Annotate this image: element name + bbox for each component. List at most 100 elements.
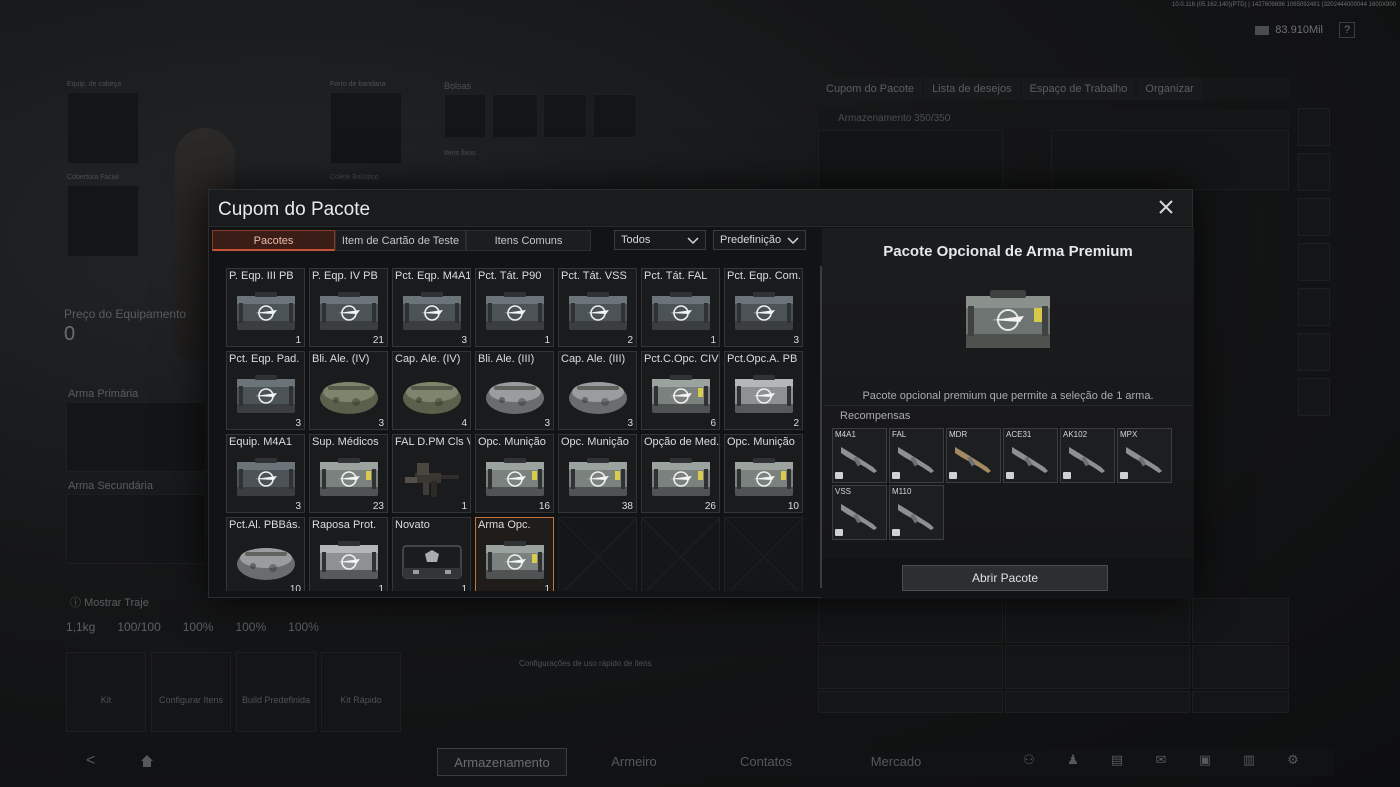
- reward-weapon[interactable]: ACE31: [1003, 428, 1058, 483]
- package-item-cell[interactable]: Raposa Prot. 1: [309, 517, 388, 591]
- profile-icon[interactable]: ♟: [1062, 752, 1084, 772]
- package-item-name: Cap. Ale. (IV): [395, 353, 461, 365]
- package-item-cell[interactable]: Pct. Eqp. Pad. 3: [226, 351, 305, 430]
- reward-weapon[interactable]: M4A1: [832, 428, 887, 483]
- reward-weapon[interactable]: VSS: [832, 485, 887, 540]
- package-item-cell[interactable]: Pct. Tát. FAL 1: [641, 268, 720, 347]
- notes-icon[interactable]: ▥: [1238, 752, 1260, 772]
- configure-items-button[interactable]: Configurar Itens: [151, 652, 231, 732]
- tab-test-card-items[interactable]: Item de Cartão de Teste: [335, 230, 466, 251]
- show-clothing-toggle[interactable]: ⓘ Mostrar Traje: [70, 594, 149, 610]
- storage-cell[interactable]: [818, 691, 1003, 713]
- box-badge-icon: [835, 472, 843, 479]
- chat-icon[interactable]: ▤: [1106, 752, 1128, 772]
- nav-tab-market[interactable]: Mercado: [831, 748, 961, 776]
- storage-cell[interactable]: [1051, 130, 1289, 190]
- equipment-price-label: Preço do Equipamento: [64, 307, 187, 321]
- nav-tab-contacts[interactable]: Contatos: [701, 748, 831, 776]
- close-button[interactable]: [1156, 198, 1176, 218]
- side-box-icon[interactable]: [1298, 243, 1330, 281]
- preset-build-button[interactable]: Build Predefinida: [236, 652, 316, 732]
- package-item-cell[interactable]: Novato 1: [392, 517, 471, 591]
- back-arrow-icon[interactable]: <: [86, 752, 95, 770]
- storage-cell[interactable]: [1192, 598, 1289, 643]
- storage-cell[interactable]: [1192, 645, 1289, 689]
- nav-tab-armory[interactable]: Armeiro: [569, 748, 699, 776]
- package-item-cell[interactable]: Opção de Med. 26: [641, 434, 720, 513]
- package-item-cell[interactable]: Pct. Eqp. Com. 3: [724, 268, 803, 347]
- reward-weapon[interactable]: AK102: [1060, 428, 1115, 483]
- package-item-name: Cap. Ale. (III): [561, 353, 626, 365]
- reward-weapon[interactable]: FAL: [889, 428, 944, 483]
- package-item-count: 1: [461, 584, 467, 591]
- storage-cell[interactable]: [818, 645, 1003, 689]
- preset-dropdown[interactable]: Predefinição: [713, 230, 806, 250]
- nav-tab-storage[interactable]: Armazenamento: [437, 748, 567, 776]
- package-item-count: 1: [544, 335, 550, 346]
- open-package-button[interactable]: Abrir Pacote: [902, 565, 1108, 591]
- bag-icon[interactable]: ▣: [1194, 752, 1216, 772]
- package-item-cell[interactable]: Arma Opc. 1: [475, 517, 554, 591]
- package-item-cell[interactable]: Pct.C.Opc. CIV 6: [641, 351, 720, 430]
- equip-slot-head[interactable]: [67, 92, 139, 164]
- package-item-cell[interactable]: Pct. Tát. P90 1: [475, 268, 554, 347]
- side-box-icon[interactable]: [1298, 333, 1330, 371]
- bag-slot-4[interactable]: [593, 94, 637, 138]
- storage-cell[interactable]: [1192, 691, 1289, 713]
- reward-weapon[interactable]: MPX: [1117, 428, 1172, 483]
- package-item-name: Pct. Tát. P90: [478, 270, 542, 282]
- tab-workspace[interactable]: Espaço de Trabalho: [1021, 78, 1136, 100]
- tab-wishlist[interactable]: Lista de desejos: [924, 78, 1020, 100]
- tab-package-coupon[interactable]: Cupom do Pacote: [818, 78, 923, 100]
- tab-organize[interactable]: Organizar: [1137, 78, 1202, 100]
- storage-cell[interactable]: [818, 130, 1003, 190]
- package-item-cell[interactable]: FAL D.PM Cls V 1: [392, 434, 471, 513]
- reward-weapon-name: M110: [892, 487, 912, 496]
- side-box-icon[interactable]: [1298, 288, 1330, 326]
- bag-slot-1[interactable]: [444, 94, 486, 138]
- reward-weapon[interactable]: M110: [889, 485, 944, 540]
- storage-cell[interactable]: [1005, 598, 1190, 643]
- package-item-cell[interactable]: Bli. Ale. (IV) 3: [309, 351, 388, 430]
- side-home-icon[interactable]: [1298, 108, 1330, 146]
- package-item-cell[interactable]: Cap. Ale. (IV) 4: [392, 351, 471, 430]
- package-item-cell[interactable]: Pct. Eqp. M4A1 3: [392, 268, 471, 347]
- filter-all-dropdown[interactable]: Todos: [614, 230, 706, 250]
- mail-icon[interactable]: ✉: [1150, 752, 1172, 772]
- equip-slot-bandana[interactable]: [330, 92, 402, 164]
- bag-slot-3[interactable]: [543, 94, 587, 138]
- package-item-count: 3: [544, 418, 550, 429]
- package-item-cell[interactable]: Cap. Ale. (III) 3: [558, 351, 637, 430]
- package-item-cell[interactable]: Pct.Al. PBBás. 10: [226, 517, 305, 591]
- package-item-cell[interactable]: Pct.Opc.A. PB 2: [724, 351, 803, 430]
- tab-packages[interactable]: Pacotes: [212, 230, 335, 251]
- package-item-cell[interactable]: Pct. Tát. VSS 2: [558, 268, 637, 347]
- storage-cell[interactable]: [818, 598, 1003, 643]
- storage-cell[interactable]: [1005, 645, 1190, 689]
- quick-kit-button[interactable]: Kit Rápido: [321, 652, 401, 732]
- side-box-icon[interactable]: [1298, 153, 1330, 191]
- side-add-icon[interactable]: [1298, 378, 1330, 416]
- help-button[interactable]: ?: [1339, 22, 1355, 38]
- bag-slot-2[interactable]: [492, 94, 538, 138]
- package-item-cell[interactable]: Opc. Munição 38: [558, 434, 637, 513]
- secondary-weapon-slot[interactable]: [66, 494, 206, 564]
- storage-cell[interactable]: [1005, 691, 1190, 713]
- tab-common-items[interactable]: Itens Comuns: [466, 230, 591, 251]
- kit-button[interactable]: Kit: [66, 652, 146, 732]
- package-item-cell[interactable]: P. Eqp. IV PB 21: [309, 268, 388, 347]
- package-item-cell[interactable]: P. Eqp. III PB 1: [226, 268, 305, 347]
- side-box-icon[interactable]: [1298, 198, 1330, 236]
- package-item-cell[interactable]: Opc. Munição 10: [724, 434, 803, 513]
- package-item-count: 1: [544, 584, 550, 591]
- package-item-cell[interactable]: Bli. Ale. (III) 3: [475, 351, 554, 430]
- package-item-cell[interactable]: Opc. Munição 16: [475, 434, 554, 513]
- primary-weapon-slot[interactable]: [66, 402, 206, 472]
- equip-slot-face[interactable]: [67, 185, 139, 257]
- package-item-cell[interactable]: Equip. M4A1 3: [226, 434, 305, 513]
- home-icon[interactable]: [139, 753, 155, 769]
- settings-icon[interactable]: ⚙: [1282, 752, 1304, 772]
- friends-icon[interactable]: ⚇: [1018, 752, 1040, 772]
- package-item-cell[interactable]: Sup. Médicos 23: [309, 434, 388, 513]
- reward-weapon[interactable]: MDR: [946, 428, 1001, 483]
